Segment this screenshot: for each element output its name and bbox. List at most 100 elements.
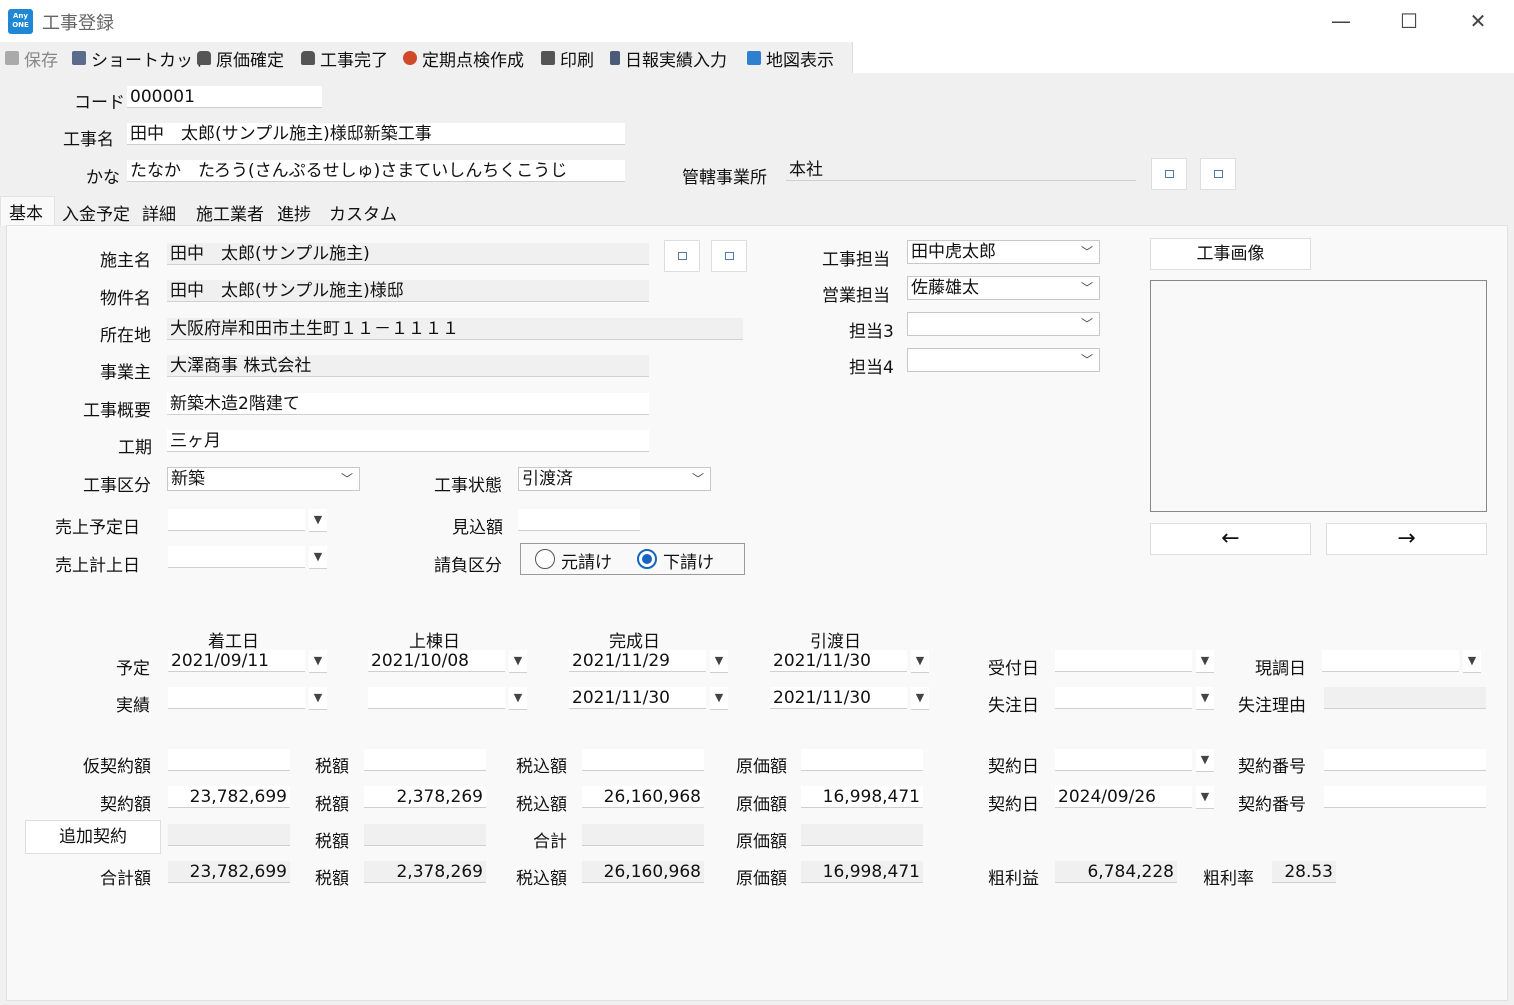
dropdown-arrow-icon[interactable]: ▼: [509, 650, 527, 673]
dropdown-arrow-icon[interactable]: ▼: [309, 546, 327, 569]
status-select[interactable]: 引渡済 ﹀: [518, 467, 711, 491]
dropdown-arrow-icon[interactable]: ▼: [509, 687, 527, 710]
tax-label: 税額: [315, 795, 349, 815]
office-search-button[interactable]: [1151, 158, 1187, 190]
cost-label: 原価額: [736, 757, 787, 777]
chevron-down-icon: ﹀: [1080, 281, 1093, 295]
add-contract-button[interactable]: 追加契約: [25, 820, 161, 854]
work-image-button[interactable]: 工事画像: [1150, 238, 1311, 270]
tab-progress[interactable]: 進捗: [277, 200, 311, 225]
staff4-select[interactable]: ﹀: [907, 348, 1100, 372]
col-done-label: 完成日: [609, 632, 660, 652]
minimize-button[interactable]: —: [1318, 6, 1364, 36]
save-icon: [5, 51, 19, 65]
owner-input[interactable]: 田中 太郎(サンプル施主): [167, 243, 649, 265]
office-input[interactable]: 本社: [786, 159, 1136, 181]
dropdown-arrow-icon[interactable]: ▼: [309, 509, 327, 532]
category-label: 工事区分: [83, 476, 151, 496]
profit-value[interactable]: 6,784,228: [1055, 861, 1177, 883]
dropdown-arrow-icon[interactable]: ▼: [1196, 749, 1214, 772]
dropdown-arrow-icon[interactable]: ▼: [710, 650, 728, 673]
contract-amount[interactable]: 23,782,699: [168, 786, 290, 808]
daily-report-button[interactable]: 日報実績入力: [610, 46, 727, 71]
prov-contract-no[interactable]: [1324, 749, 1486, 771]
contract-type-label: 請負区分: [434, 556, 502, 576]
contract-type-group: 元請け 下請け: [520, 543, 745, 575]
dropdown-arrow-icon[interactable]: ▼: [911, 687, 929, 710]
property-input[interactable]: 田中 太郎(サンプル施主)様邸: [167, 280, 649, 302]
contract-date-label: 契約日: [988, 795, 1039, 815]
add-cost[interactable]: [801, 824, 923, 846]
sum-label: 合計額: [100, 869, 151, 889]
save-button[interactable]: 保存: [5, 46, 58, 71]
dropdown-arrow-icon[interactable]: ▼: [1196, 687, 1214, 710]
contract-no[interactable]: [1324, 786, 1486, 808]
dropdown-arrow-icon[interactable]: ▼: [309, 687, 327, 710]
radio-prime-contract[interactable]: [535, 549, 555, 569]
shortcut-button[interactable]: ショートカット: [72, 46, 210, 71]
name-input[interactable]: 田中 太郎(サンプル施主)様邸新築工事: [127, 123, 625, 145]
prev-image-button[interactable]: ←: [1150, 523, 1311, 555]
sum-cost[interactable]: 16,998,471: [801, 861, 923, 883]
printer-icon: [541, 51, 555, 65]
staff2-select[interactable]: 佐藤雄太 ﹀: [907, 276, 1100, 300]
dropdown-arrow-icon[interactable]: ▼: [309, 650, 327, 673]
add-total[interactable]: [582, 824, 704, 846]
app-icon: Any ONE: [8, 9, 33, 34]
code-input[interactable]: 000001: [127, 86, 322, 108]
dropdown-arrow-icon[interactable]: ▼: [911, 650, 929, 673]
kana-input[interactable]: たなか たろう(さんぷるせしゅ)さまていしんちくこうじ: [127, 160, 625, 182]
owner-clear-button[interactable]: [711, 240, 747, 272]
prov-tax[interactable]: [364, 749, 486, 771]
owner-label: 施主名: [100, 251, 151, 271]
tab-payment[interactable]: 入金予定: [62, 200, 130, 225]
radio-sub-label: 下請け: [663, 553, 714, 573]
radio-subcontract[interactable]: [637, 549, 657, 569]
dropdown-arrow-icon[interactable]: ▼: [1463, 650, 1481, 673]
sum-taxin[interactable]: 26,160,968: [582, 861, 704, 883]
cost-label: 原価額: [736, 832, 787, 852]
dropdown-arrow-icon[interactable]: ▼: [1196, 650, 1214, 673]
chevron-down-icon: ﹀: [691, 472, 704, 486]
rate-label: 粗利率: [1203, 869, 1254, 889]
sales-plan-label: 売上予定日: [55, 518, 140, 538]
prov-amount[interactable]: [168, 749, 290, 771]
print-button[interactable]: 印刷: [541, 46, 594, 71]
dropdown-arrow-icon[interactable]: ▼: [1196, 786, 1214, 809]
map-button[interactable]: 地図表示: [747, 46, 834, 71]
total-label: 合計: [533, 832, 567, 852]
periodic-inspection-button[interactable]: 定期点検作成: [403, 46, 524, 71]
tab-contractors[interactable]: 施工業者: [196, 200, 264, 225]
contract-tax[interactable]: 2,378,269: [364, 786, 486, 808]
work-complete-button[interactable]: 工事完了: [301, 46, 388, 71]
summary-input[interactable]: 新築木造2階建て: [167, 393, 649, 415]
close-button[interactable]: ✕: [1455, 6, 1501, 36]
owner-search-button[interactable]: [664, 240, 700, 272]
period-input[interactable]: 三ヶ月: [167, 430, 649, 452]
next-image-button[interactable]: →: [1326, 523, 1487, 555]
lookup-icon: [678, 252, 687, 260]
office-clear-button[interactable]: [1200, 158, 1236, 190]
lost-reason-input[interactable]: [1324, 687, 1486, 709]
add-tax[interactable]: [364, 824, 486, 846]
location-input[interactable]: 大阪府岸和田市土生町１１－１１１１: [167, 318, 743, 340]
tab-basic[interactable]: 基本: [0, 196, 55, 226]
sum-amount[interactable]: 23,782,699: [168, 861, 290, 883]
contract-cost[interactable]: 16,998,471: [801, 786, 923, 808]
staff1-select[interactable]: 田中虎太郎 ﹀: [907, 240, 1100, 264]
rate-value[interactable]: 28.53: [1272, 861, 1336, 883]
prov-cost[interactable]: [801, 749, 923, 771]
sum-tax[interactable]: 2,378,269: [364, 861, 486, 883]
tab-custom[interactable]: カスタム: [329, 200, 397, 225]
business-input[interactable]: 大澤商事 株式会社: [167, 355, 649, 377]
tab-detail[interactable]: 詳細: [142, 200, 176, 225]
category-select[interactable]: 新築 ﹀: [167, 467, 360, 491]
contract-taxin[interactable]: 26,160,968: [582, 786, 704, 808]
prov-taxin[interactable]: [582, 749, 704, 771]
dropdown-arrow-icon[interactable]: ▼: [710, 687, 728, 710]
cost-confirm-button[interactable]: 原価確定: [197, 46, 284, 71]
staff3-select[interactable]: ﹀: [907, 312, 1100, 336]
add-amount[interactable]: [168, 824, 290, 846]
estimate-input[interactable]: [518, 509, 640, 531]
maximize-button[interactable]: ☐: [1386, 6, 1432, 36]
